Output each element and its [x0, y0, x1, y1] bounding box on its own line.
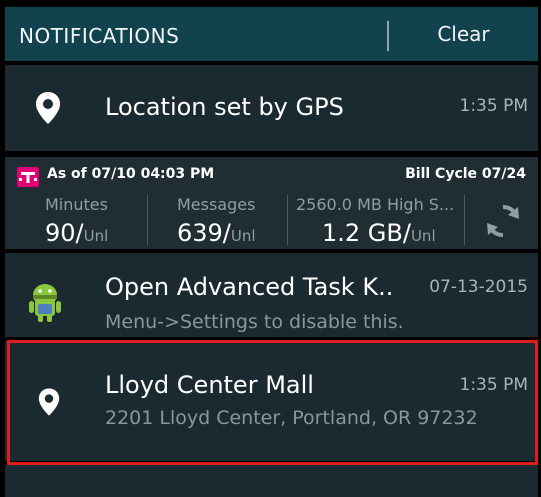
- next-notification-partial[interactable]: [5, 465, 538, 497]
- clear-button[interactable]: Clear: [389, 7, 538, 61]
- task-subtitle: Menu->Settings to disable this.: [105, 311, 404, 333]
- location-pin-icon: [38, 388, 60, 416]
- gps-title: Location set by GPS: [105, 93, 344, 121]
- header-title: NOTIFICATIONS: [19, 24, 180, 48]
- location-title: Lloyd Center Mall: [105, 371, 314, 399]
- minutes-label: Minutes: [45, 195, 108, 214]
- location-notification[interactable]: Lloyd Center Mall 1:35 PM 2201 Lloyd Cen…: [5, 341, 538, 461]
- location-address: 2201 Lloyd Center, Portland, OR 97232: [105, 407, 478, 429]
- notifications-header: NOTIFICATIONS Clear: [5, 7, 538, 61]
- gps-notification[interactable]: Location set by GPS 1:35 PM: [5, 65, 538, 151]
- location-time: 1:35 PM: [459, 375, 529, 395]
- minutes-value: 90/Unl: [45, 219, 109, 247]
- messages-value: 639/Unl: [177, 219, 256, 247]
- stat-divider: [147, 195, 148, 245]
- android-task-killer-icon: [29, 284, 61, 322]
- stat-divider: [464, 195, 465, 245]
- task-date: 07-13-2015: [429, 277, 528, 297]
- bill-cycle: Bill Cycle 07/24: [405, 166, 526, 182]
- t-mobile-logo: [17, 167, 39, 187]
- task-title: Open Advanced Task K..: [105, 273, 394, 301]
- stat-divider: [287, 195, 288, 245]
- carrier-usage-widget[interactable]: As of 07/10 04:03 PM Bill Cycle 07/24 Mi…: [5, 157, 538, 249]
- notification-shade: NOTIFICATIONS Clear Location set by GPS …: [0, 0, 541, 497]
- messages-label: Messages: [177, 195, 256, 214]
- task-killer-notification[interactable]: Open Advanced Task K.. 07-13-2015 Menu->…: [5, 253, 538, 337]
- usage-as-of: As of 07/10 04:03 PM: [47, 166, 215, 182]
- data-value: 1.2 GB/Unl: [322, 219, 436, 247]
- data-label: 2560.0 MB High S...: [296, 195, 455, 214]
- refresh-icon[interactable]: [483, 201, 523, 241]
- gps-time: 1:35 PM: [459, 96, 529, 116]
- location-pin-icon: [36, 92, 60, 124]
